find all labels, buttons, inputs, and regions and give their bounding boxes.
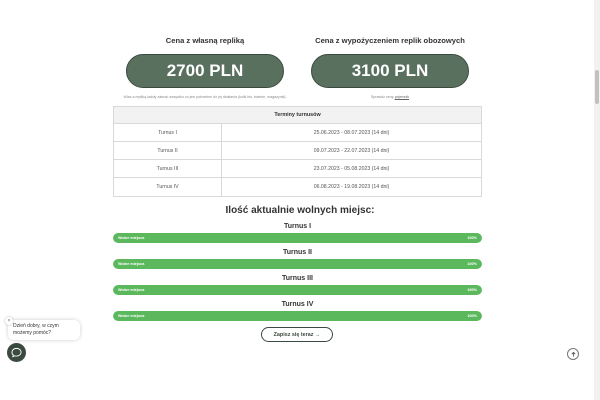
terms-name: Turnus II: [114, 142, 222, 159]
availability-item: Turnus IV Wolne miejsca 100%: [113, 301, 482, 321]
table-row: Turnus IV 06.08.2023 - 19.08.2023 (14 dn…: [114, 178, 481, 196]
availability-title: Ilość aktualnie wolnych miejsc:: [225, 205, 375, 216]
progress-fill: [113, 259, 482, 269]
scrollbar-thumb[interactable]: [595, 70, 599, 104]
terms-dates: 09.07.2023 - 22.07.2023 (14 dni): [313, 147, 390, 154]
close-icon[interactable]: ×: [5, 317, 13, 325]
price-rental-title: Cena z wypożyczeniem replik obozowych: [315, 36, 465, 45]
scrollbar[interactable]: [594, 0, 600, 400]
terms-name: Turnus IV: [114, 178, 222, 196]
price-rental-note-text: Sprawdź cenę: [370, 95, 395, 99]
progress-percent: 100%: [467, 262, 477, 266]
availability-label: Turnus II: [282, 249, 313, 256]
progress-percent: 100%: [467, 236, 477, 240]
availability-item: Turnus II Wolne miejsca 100%: [113, 249, 482, 269]
chat-greeting[interactable]: Dzień dobry, w czym możemy pomóc?: [8, 320, 80, 340]
progress-fill: [113, 311, 482, 321]
progress-text: Wolne miejsca: [118, 288, 145, 292]
signup-button[interactable]: Zapisz się teraz →: [261, 327, 333, 342]
price-own-value: 2700 PLN: [126, 54, 284, 88]
progress-bar: Wolne miejsca 100%: [113, 259, 482, 269]
progress-percent: 100%: [467, 288, 477, 292]
availability-label: Turnus IV: [281, 301, 314, 308]
terms-name: Turnus I: [114, 124, 222, 141]
progress-fill: [113, 233, 482, 243]
availability-item: Turnus III Wolne miejsca 100%: [113, 275, 482, 295]
terms-header: Terminy turnusów: [114, 107, 481, 124]
terms-dates: 06.08.2023 - 19.08.2023 (14 dni): [313, 184, 390, 190]
page: Cena z własną repliką 2700 PLN Wiać a re…: [0, 0, 600, 400]
price-own-note: Wiać a repliką każdy zabrać wszystko co …: [123, 95, 287, 99]
arrow-up-icon: [570, 351, 576, 357]
price-own-replica: Cena z własną repliką 2700 PLN Wiać a re…: [120, 36, 290, 99]
table-row: Turnus II 09.07.2023 - 22.07.2023 (14 dn…: [114, 142, 481, 160]
availability-label: Turnus III: [282, 275, 313, 282]
progress-bar: Wolne miejsca 100%: [113, 285, 482, 295]
progress-percent: 100%: [467, 314, 477, 318]
chat-button[interactable]: [7, 343, 26, 362]
terms-table: Terminy turnusów Turnus I 25.06.2023 - 0…: [113, 106, 482, 197]
chat-icon: [11, 347, 22, 358]
terms-dates: 23.07.2023 - 05.08.2023 (14 dni): [313, 165, 390, 172]
table-row: Turnus I 25.06.2023 - 08.07.2023 (14 dni…: [114, 124, 481, 142]
price-rental-note: Sprawdź cenę pojemnik: [305, 95, 475, 99]
progress-fill: [113, 285, 482, 295]
scroll-top-button[interactable]: [567, 348, 579, 360]
progress-bar: Wolne miejsca 100%: [113, 233, 482, 243]
availability-item: Turnus I Wolne miejsca 100%: [113, 223, 482, 243]
terms-name: Turnus III: [114, 160, 222, 177]
progress-text: Wolne miejsca: [118, 314, 145, 318]
availability-label: Turnus I: [283, 223, 312, 230]
price-own-title: Cena z własną repliką: [165, 36, 245, 45]
progress-bar: Wolne miejsca 100%: [113, 311, 482, 321]
progress-text: Wolne miejsca: [118, 236, 145, 240]
terms-dates: 25.06.2023 - 08.07.2023 (14 dni): [313, 129, 390, 136]
price-rental-replica: Cena z wypożyczeniem replik obozowych 31…: [305, 36, 475, 99]
price-rental-value: 3100 PLN: [311, 54, 469, 88]
table-row: Turnus III 23.07.2023 - 05.08.2023 (14 d…: [114, 160, 481, 178]
progress-text: Wolne miejsca: [118, 262, 145, 266]
price-rental-note-link[interactable]: pojemnik: [395, 95, 409, 99]
